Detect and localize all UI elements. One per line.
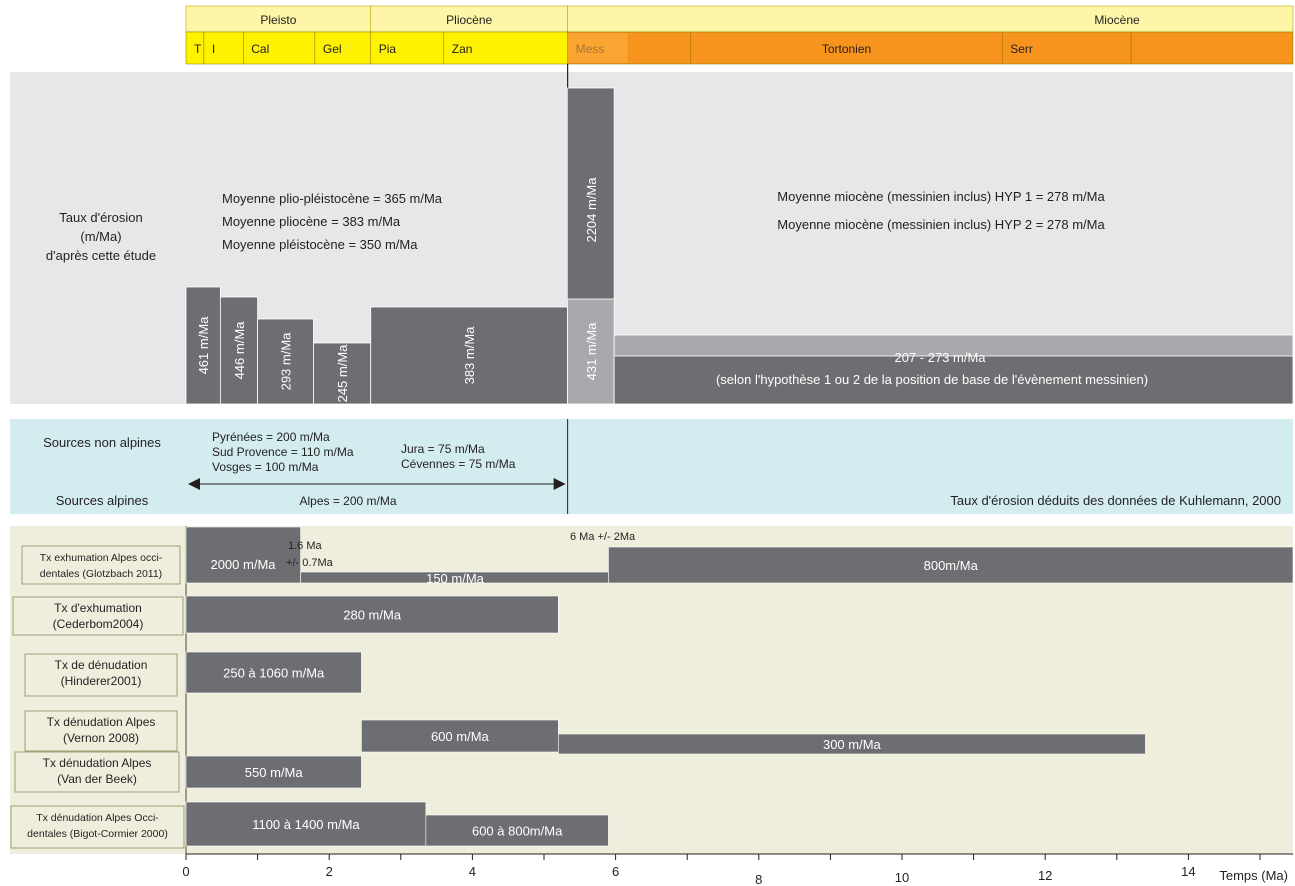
erosion-bar-label: 2204 m/Ma — [584, 177, 599, 243]
stage-label: Zan — [452, 42, 473, 56]
source-left: Sud Provence = 110 m/Ma — [212, 445, 354, 459]
erosion-bar-label: 383 m/Ma — [462, 326, 477, 385]
annotation: +/- 0.7Ma — [286, 557, 334, 569]
study-label: Tx dénudation Alpes Occi- — [36, 812, 159, 824]
x-tick-label: 4 — [469, 864, 476, 879]
study-label: Tx dénudation Alpes — [47, 715, 156, 729]
epoch-label: Pliocène — [446, 13, 492, 27]
study-bar — [185, 526, 301, 584]
source-left: Pyrénées = 200 m/Ma — [212, 430, 330, 444]
x-tick-label: 12 — [1038, 868, 1052, 883]
stage-cell — [203, 31, 244, 65]
study-bar-label: 2000 m/Ma — [210, 557, 276, 572]
kuhlemann-note: Taux d'érosion déduits des données de Ku… — [950, 493, 1281, 508]
panel-label: d'après cette étude — [46, 248, 156, 263]
stage-label: Serr — [1010, 42, 1033, 56]
study-label: dentales (Bigot-Cormier 2000) — [27, 828, 168, 840]
x-tick-label: 2 — [326, 864, 333, 879]
x-tick-label: 0 — [182, 864, 189, 879]
source-left: Vosges = 100 m/Ma — [212, 460, 319, 474]
x-tick-label: 10 — [895, 870, 909, 885]
source-right: Cévennes = 75 m/Ma — [401, 457, 516, 471]
timeline-chart: PleistoPliocèneMiocèneTICalGelPiaZanMess… — [10, 5, 1294, 886]
stage-label: Gel — [323, 42, 342, 56]
study-bar-label: 150 m/Ma — [426, 571, 485, 586]
x-axis-title: Temps (Ma) — [1219, 868, 1288, 883]
stage-label: Pia — [379, 42, 397, 56]
study-bar-label: 300 m/Ma — [823, 737, 882, 752]
study-label: dentales (Glotzbach 2011) — [40, 568, 162, 580]
study-bar-label: 800m/Ma — [924, 558, 979, 573]
study-label: Tx dénudation Alpes — [43, 756, 152, 770]
study-bar-label: 600 à 800m/Ma — [472, 824, 563, 839]
erosion-bar-label: 245 m/Ma — [335, 344, 350, 403]
erosion-bar-label: 431 m/Ma — [584, 322, 599, 381]
erosion-bar-label: 461 m/Ma — [196, 316, 211, 375]
erosion-bar-label: 446 m/Ma — [232, 321, 247, 380]
x-tick-label: 8 — [755, 872, 762, 886]
study-bar-label: 600 m/Ma — [431, 729, 490, 744]
stage-cell — [1130, 31, 1294, 65]
panel-label: (m/Ma) — [80, 229, 121, 244]
x-tick-label: 6 — [612, 864, 619, 879]
annotation: 6 Ma +/- 2Ma — [570, 531, 636, 543]
study-label: (Van der Beek) — [57, 772, 137, 786]
average-left: Moyenne pliocène = 383 m/Ma — [222, 214, 401, 229]
range-note: (selon l'hypothèse 1 ou 2 de la position… — [716, 372, 1148, 387]
study-bar-label: 1100 à 1400 m/Ma — [252, 817, 360, 832]
stage-label: T — [194, 42, 202, 56]
average-right: Moyenne miocène (messinien inclus) HYP 2… — [777, 217, 1105, 232]
epoch-cell — [567, 5, 1294, 33]
average-right: Moyenne miocène (messinien inclus) HYP 1… — [777, 189, 1105, 204]
label-non-alpine: Sources non alpines — [43, 435, 161, 450]
annotation: 1.6 Ma — [288, 540, 323, 552]
study-bar-label: 250 à 1060 m/Ma — [223, 666, 325, 681]
epoch-label: Miocène — [1094, 13, 1140, 27]
study-bar-label: 550 m/Ma — [245, 765, 304, 780]
source-right: Jura = 75 m/Ma — [401, 442, 485, 456]
alpine-value: Alpes = 200 m/Ma — [299, 494, 396, 508]
average-left: Moyenne plio-pléistocène = 365 m/Ma — [222, 191, 443, 206]
study-label: (Vernon 2008) — [63, 731, 139, 745]
panel-label: Taux d'érosion — [59, 210, 142, 225]
epoch-label: Pleisto — [260, 13, 296, 27]
average-left: Moyenne pléistocène = 350 m/Ma — [222, 237, 418, 252]
x-tick-label: 14 — [1181, 864, 1195, 879]
study-bar-label: 280 m/Ma — [343, 608, 402, 623]
stage-shade — [567, 33, 628, 63]
erosion-bar-label: 293 m/Ma — [279, 332, 294, 391]
stage-label: Tortonien — [822, 42, 871, 56]
study-label: Tx exhumation Alpes occi- — [40, 552, 163, 564]
study-label: (Hinderer2001) — [61, 674, 142, 688]
range-label: 207 - 273 m/Ma — [894, 350, 986, 365]
study-label: Tx de dénudation — [55, 658, 148, 672]
label-alpine: Sources alpines — [56, 493, 149, 508]
study-label: Tx d'exhumation — [54, 601, 142, 615]
study-label: (Cederbom2004) — [53, 617, 144, 631]
stage-label: I — [212, 42, 215, 56]
stage-label: Cal — [251, 42, 269, 56]
